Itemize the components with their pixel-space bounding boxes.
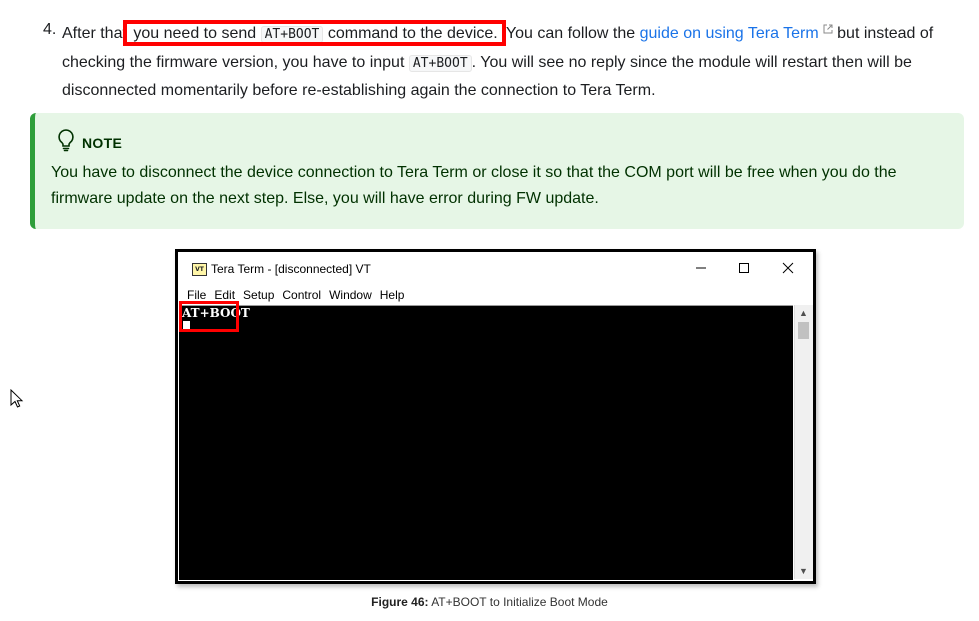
instruction-step-4: 4. After that you need to send AT+BOOT c…: [43, 16, 953, 105]
highlight-text-2: command to the device.: [327, 25, 498, 42]
note-admonition: NOTE You have to disconnect the device c…: [30, 113, 964, 229]
menu-window[interactable]: Window: [325, 286, 376, 304]
window-titlebar[interactable]: VT Tera Term - [disconnected] VT: [178, 252, 813, 286]
maximize-icon: [739, 263, 749, 273]
tera-term-window: VT Tera Term - [disconnected] VT File Ed…: [175, 249, 816, 584]
scroll-up-icon[interactable]: ▲: [799, 308, 808, 318]
note-header: NOTE: [56, 128, 122, 157]
external-link-icon: [823, 16, 833, 44]
mouse-pointer-icon: [10, 388, 24, 414]
minimize-icon: [696, 267, 706, 269]
figure-caption-text: AT+BOOT to Initialize Boot Mode: [431, 595, 608, 609]
menu-help[interactable]: Help: [376, 286, 409, 304]
tera-term-guide-link-label: guide on using Tera Term: [639, 25, 819, 42]
step-number: 4.: [43, 21, 57, 38]
terminal-scrollbar[interactable]: ▲ ▼: [794, 305, 813, 579]
inline-code-at-boot-2: AT+BOOT: [408, 54, 472, 72]
highlight-text-1: you need to send: [133, 25, 257, 42]
highlight-box: you need to send AT+BOOT command to the …: [123, 20, 506, 46]
scroll-down-icon[interactable]: ▼: [799, 566, 808, 576]
tera-term-guide-link[interactable]: guide on using Tera Term: [639, 24, 833, 42]
window-title: Tera Term - [disconnected] VT: [211, 262, 371, 276]
minimize-button[interactable]: [681, 256, 721, 280]
menu-setup[interactable]: Setup: [239, 286, 278, 304]
menu-control[interactable]: Control: [278, 286, 325, 304]
figure-label: Figure 46:: [371, 595, 429, 609]
step-text: After that you need to send AT+BOOT comm…: [62, 16, 953, 105]
scrollbar-thumb[interactable]: [798, 322, 809, 339]
step-text-follow: You can follow the: [505, 25, 636, 42]
terminal-screen[interactable]: AT+BOOT: [179, 301, 793, 580]
close-button[interactable]: [768, 256, 808, 280]
note-title: NOTE: [82, 134, 123, 151]
lightbulb-icon: [56, 128, 76, 157]
inline-code-at-boot: AT+BOOT: [260, 26, 324, 43]
figure-caption: Figure 46: AT+BOOT to Initialize Boot Mo…: [0, 595, 979, 609]
terminal-highlight-box: [179, 301, 239, 332]
close-icon: [782, 262, 794, 274]
tera-term-app-icon: VT: [192, 263, 207, 276]
maximize-button[interactable]: [724, 256, 764, 280]
step-text-intro: After that: [62, 25, 127, 42]
note-body: You have to disconnect the device connec…: [51, 164, 897, 207]
